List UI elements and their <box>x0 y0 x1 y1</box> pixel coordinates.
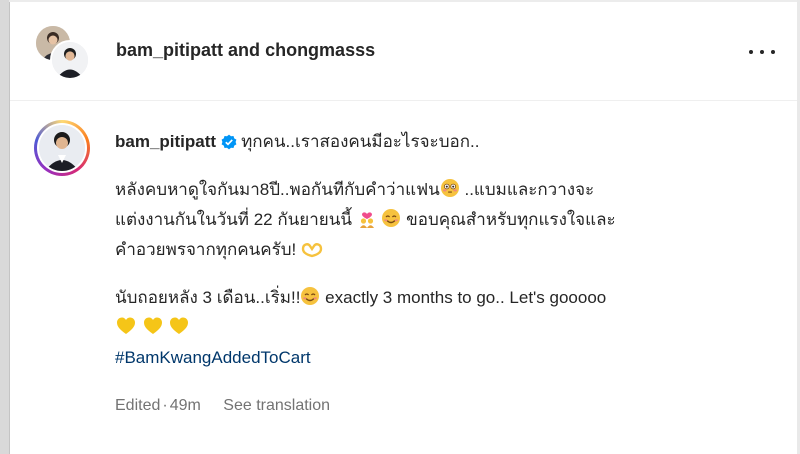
caption-username[interactable]: bam_pitipatt <box>115 132 216 151</box>
couple-with-heart-emoji-icon <box>357 208 377 236</box>
post-caption: bam_pitipatt ทุกคน..เราสองคนมีอะไรจะบอก..… <box>115 128 775 371</box>
caption-text: แต่งงานกันในวันที่ 22 กันยายนนี้ <box>115 210 352 229</box>
post-meta: Edited · 49m See translation <box>115 397 330 415</box>
post-timestamp[interactable]: 49m <box>170 397 201 414</box>
caption-text: exactly 3 months to go.. Let's gooooo <box>320 288 607 307</box>
caption-para1-line3: คำอวยพรจากทุกคนครับ! <box>115 236 775 266</box>
yellow-heart-icon <box>142 316 164 344</box>
flushed-face-emoji-icon <box>440 178 460 206</box>
see-translation-button[interactable]: See translation <box>223 397 330 414</box>
smiling-face-with-hearts-emoji-icon <box>381 208 401 236</box>
caption-intro-text: ทุกคน..เราสองคนมีอะไรจะบอก.. <box>241 132 480 151</box>
caption-para1-line1: หลังคบหาดูใจกันมา8ปี..พอกันทีกับคำว่าแฟน… <box>115 176 775 206</box>
edited-label: Edited <box>115 397 161 414</box>
caption-text: คำอวยพรจากทุกคนครับ! <box>115 240 297 259</box>
header-username-1[interactable]: bam_pitipatt <box>116 40 223 60</box>
caption-text: ขอบคุณสำหรับทุกแรงใจและ <box>401 210 616 229</box>
caption-para2-line1: นับถอยหลัง 3 เดือน..เริ่ม!! exactly 3 mo… <box>115 284 775 314</box>
more-options-icon[interactable] <box>749 42 775 62</box>
caption-text: ..แบมและกวางจะ <box>459 180 595 199</box>
smiling-face-with-hearts-emoji-icon <box>300 286 320 314</box>
hashtag-link[interactable]: #BamKwangAddedToCart <box>115 348 311 367</box>
header-username-2[interactable]: chongmasss <box>265 40 375 60</box>
yellow-heart-icon <box>168 316 190 344</box>
left-window-strip <box>0 0 10 454</box>
caption-hearts-line <box>115 314 775 344</box>
caption-text: นับถอยหลัง 3 เดือน..เริ่ม!! <box>115 288 301 307</box>
caption-para1-line2: แต่งงานกันในวันที่ 22 กันยายนนี้ ขอบคุณส… <box>115 206 775 236</box>
post-header: bam_pitipatt and chongmasss <box>10 2 797 101</box>
post-author-avatar[interactable] <box>34 120 90 176</box>
collab-avatars[interactable] <box>34 24 90 80</box>
avatar-bam-pitipatt[interactable] <box>50 40 90 80</box>
caption-text: หลังคบหาดูใจกันมา8ปี..พอกันทีกับคำว่าแฟน <box>115 180 440 199</box>
caption-line-intro: bam_pitipatt ทุกคน..เราสองคนมีอะไรจะบอก.. <box>115 128 775 158</box>
collab-usernames: bam_pitipatt and chongmasss <box>116 40 375 61</box>
caption-hashtag-line: #BamKwangAddedToCart <box>115 344 775 371</box>
header-conjunction: and <box>228 40 261 60</box>
yellow-heart-icon <box>115 316 137 344</box>
verified-badge-icon <box>221 131 237 158</box>
meta-separator: · <box>162 397 168 414</box>
heart-hands-emoji-icon <box>301 239 323 266</box>
